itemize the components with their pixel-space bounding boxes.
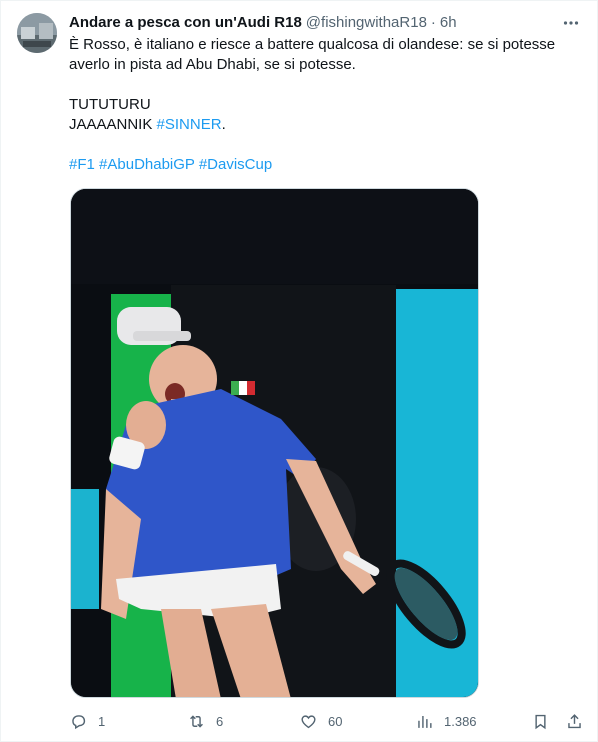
author-handle[interactable]: @fishingwithaR18 bbox=[306, 13, 427, 33]
heart-icon bbox=[301, 714, 316, 728]
hashtag-row: #F1 #AbuDhabiGP #DavisCup bbox=[69, 155, 581, 175]
repost-icon bbox=[190, 714, 203, 728]
tweet-text-line: averlo in pista ad Abu Dhabi, se si pote… bbox=[69, 56, 356, 73]
tweet-actions: 1 6 60 1.386 bbox=[69, 709, 585, 733]
views-button[interactable]: 1.386 bbox=[415, 709, 477, 733]
tweet-timestamp[interactable]: 6h bbox=[440, 13, 457, 33]
reply-button[interactable]: 1 bbox=[69, 709, 105, 733]
repost-count: 6 bbox=[216, 713, 224, 729]
views-icon bbox=[418, 715, 432, 728]
hashtag-link[interactable]: #AbuDhabiGP bbox=[99, 156, 195, 173]
like-count: 60 bbox=[328, 713, 343, 729]
separator-dot: · bbox=[430, 14, 436, 31]
hashtag-link-sinner[interactable]: #SINNER bbox=[157, 116, 222, 133]
tweet-text-line: È Rosso, è italiano e riesce a battere q… bbox=[69, 36, 556, 53]
text-segment: JAAAANNIK bbox=[69, 116, 157, 133]
like-button[interactable]: 60 bbox=[299, 709, 342, 733]
share-button[interactable] bbox=[565, 709, 584, 733]
author-display-name[interactable]: Andare a pesca con un'Audi R18 bbox=[69, 13, 302, 33]
tweet-photo[interactable] bbox=[70, 188, 479, 698]
more-dots-icon[interactable] bbox=[561, 13, 581, 33]
views-count: 1.386 bbox=[444, 713, 477, 729]
bookmark-button[interactable] bbox=[531, 709, 550, 733]
repost-button[interactable]: 6 bbox=[187, 709, 223, 733]
tweet-text-line: JAAAANNIK #SINNER. bbox=[69, 115, 581, 135]
reply-icon bbox=[72, 714, 86, 729]
hashtag-link[interactable]: #DavisCup bbox=[199, 156, 272, 173]
reply-count: 1 bbox=[98, 713, 106, 729]
tweet-card[interactable]: Andare a pesca con un'Audi R18 @fishingw… bbox=[0, 0, 598, 742]
tweet-text-line: TUTUTURU bbox=[69, 96, 151, 113]
tweet-header: Andare a pesca con un'Audi R18 @fishingw… bbox=[69, 13, 581, 33]
share-icon bbox=[568, 713, 581, 728]
text-segment: . bbox=[221, 116, 226, 133]
bookmark-icon bbox=[535, 714, 546, 729]
avatar[interactable] bbox=[17, 13, 57, 53]
tweet-text: È Rosso, è italiano e riesce a battere q… bbox=[69, 35, 581, 175]
hashtag-link[interactable]: #F1 bbox=[69, 156, 95, 173]
